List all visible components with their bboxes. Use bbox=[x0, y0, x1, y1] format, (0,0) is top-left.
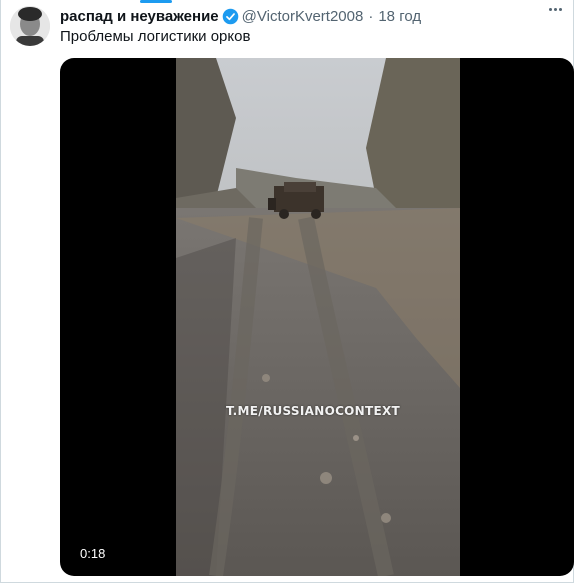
author-handle[interactable]: @VictorKvert2008 bbox=[242, 8, 364, 25]
tweet-header: распад и неуважение @VictorKvert2008 · 1… bbox=[60, 6, 562, 26]
focus-indicator bbox=[140, 0, 172, 3]
author-name[interactable]: распад и неуважение bbox=[60, 8, 219, 25]
video-watermark: T.ME/RUSSIANOCONTEXT bbox=[226, 404, 401, 418]
verified-badge-icon bbox=[222, 8, 239, 25]
tweet-text: Проблемы логистики орков bbox=[60, 28, 251, 45]
avatar[interactable] bbox=[10, 6, 50, 46]
video-frame: T.ME/RUSSIANOCONTEXT bbox=[176, 58, 460, 576]
video-player[interactable]: T.ME/RUSSIANOCONTEXT 0:18 bbox=[60, 58, 574, 576]
more-options-icon[interactable] bbox=[549, 8, 562, 11]
separator-dot: · bbox=[368, 7, 374, 25]
tweet-timestamp[interactable]: 18 год bbox=[378, 8, 421, 25]
video-duration: 0:18 bbox=[74, 545, 112, 562]
